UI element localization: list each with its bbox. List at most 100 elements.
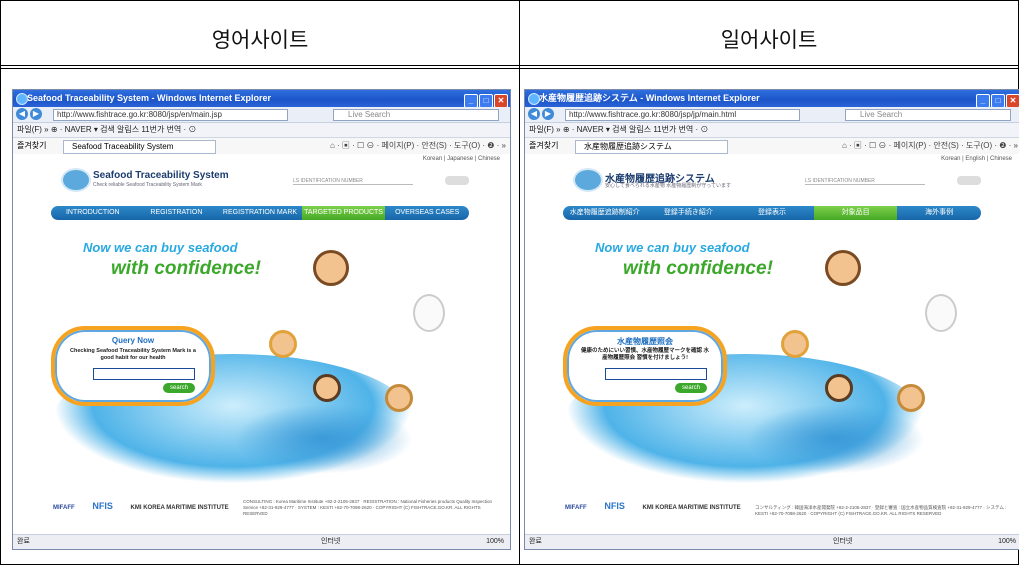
menu-item[interactable]: 水産物履歴追跡制紹介	[563, 206, 647, 220]
query-panel: Query Now Checking Seafood Traceability …	[51, 326, 215, 406]
site-logo-subtitle: 安心して食べられる水産物 水産物履歴制が守っています	[605, 183, 731, 189]
water-splash-illustration	[745, 404, 925, 474]
character-illustration	[781, 330, 809, 358]
query-panel: 水産物履歴照会 健康のためにいい習慣、水産物履歴マークを確認 水産物履歴照会 習…	[563, 326, 727, 406]
japanese-site-header: 일어사이트	[720, 28, 818, 52]
window-title: Seafood Traceability System - Windows In…	[27, 93, 271, 103]
command-bar[interactable]: ⌂ · ▣ · ☐ ⊖ · 페이지(P) · 안전(S) · 도구(O) · ❷…	[842, 138, 1018, 154]
footer-info: コンサルティング : 韓国海洋水産開発院 +82-2-2105-2837 · 登…	[755, 505, 1007, 516]
window-titlebar: Seafood Traceability System - Windows In…	[13, 90, 510, 108]
query-search-button[interactable]: search	[675, 383, 707, 393]
header-rule-double	[0, 68, 1019, 69]
tagline-line1: Now we can buy seafood	[83, 240, 238, 255]
zoom-level[interactable]: 100%	[486, 535, 504, 549]
forward-icon[interactable]: ▶	[542, 108, 554, 120]
fish-logo-icon	[573, 168, 603, 192]
id-search-button[interactable]	[957, 176, 981, 185]
english-site-header: 영어사이트	[211, 28, 309, 52]
character-illustration	[413, 294, 445, 332]
close-icon[interactable]: ✕	[494, 94, 508, 108]
query-search-button[interactable]: search	[163, 383, 195, 393]
menu-item[interactable]: 登録表示	[730, 206, 814, 220]
favorites-button[interactable]: 즐겨찾기	[529, 141, 558, 150]
status-bar: 완료 인터넷 100%	[13, 534, 510, 549]
browser-tab[interactable]: Seafood Traceability System	[63, 140, 216, 154]
zoom-level[interactable]: 100%	[998, 535, 1016, 549]
maximize-icon[interactable]: □	[991, 94, 1005, 108]
japanese-site-screenshot: 水産物履歴追跡システム - Windows Internet Explorer …	[524, 89, 1019, 550]
forward-icon[interactable]: ▶	[30, 108, 42, 120]
mifaff-logo[interactable]: MIFAFF	[53, 505, 75, 511]
character-illustration	[385, 384, 413, 412]
query-title: 水産物履歴照会	[617, 337, 673, 346]
query-description: 健康のためにいい習慣、水産物履歴マークを確認 水産物履歴照会 習慣を付けましょう…	[580, 348, 710, 361]
toolbar: 파일(F) » ⊕ · NAVER ▾ 검색 알림스 11번가 번역 · ⊙	[525, 123, 1019, 138]
window-title: 水産物履歴追跡システム - Windows Internet Explorer	[539, 93, 760, 103]
url-field[interactable]: http://www.fishtrace.go.kr:8080/jsp/en/m…	[53, 109, 288, 121]
menu-item-active[interactable]: TARGETED PRODUCTS	[301, 206, 386, 220]
address-bar: ◀ ▶ http://www.fishtrace.go.kr:8080/jsp/…	[13, 107, 510, 123]
minimize-icon[interactable]: _	[976, 94, 990, 108]
id-number-input[interactable]: LS IDENTIFICATION NUMBER	[293, 178, 413, 185]
id-search-button[interactable]	[445, 176, 469, 185]
toolbar-text[interactable]: 파일(F) » ⊕ · NAVER ▾ 검색 알림스 11번가 번역 · ⊙	[529, 125, 708, 134]
menu-item[interactable]: REGISTRATION	[135, 206, 219, 220]
command-bar[interactable]: ⌂ · ▣ · ☐ ⊖ · 페이지(P) · 안전(S) · 도구(O) · ❷…	[330, 138, 506, 154]
menu-item[interactable]: 登録手続き紹介	[647, 206, 731, 220]
zone-text: 인터넷	[833, 538, 853, 545]
kmi-logo[interactable]: KMI KOREA MARITIME INSTITUTE	[131, 505, 229, 511]
site-logo-subtitle: Check reliable Seafood Traceability Syst…	[93, 182, 202, 188]
fish-logo-icon	[61, 168, 91, 192]
query-title: Query Now	[111, 336, 155, 345]
menu-item[interactable]: INTRODUCTION	[51, 206, 135, 220]
window-titlebar: 水産物履歴追跡システム - Windows Internet Explorer …	[525, 90, 1019, 108]
character-illustration	[825, 250, 861, 286]
browser-tab[interactable]: 水産物履歴追跡システム	[575, 140, 728, 154]
menu-item[interactable]: OVERSEAS CASES	[385, 206, 469, 220]
tagline-line1: Now we can buy seafood	[595, 240, 750, 255]
character-illustration	[313, 250, 349, 286]
nfis-logo[interactable]: NFIS	[92, 501, 113, 511]
url-field[interactable]: http://www.fishtrace.go.kr:8080/jsp/jp/m…	[565, 109, 800, 121]
ie-logo-icon	[16, 93, 28, 105]
menu-item[interactable]: 海外事例	[897, 206, 981, 220]
english-site-screenshot: Seafood Traceability System - Windows In…	[12, 89, 511, 550]
live-search-input[interactable]: Live Search	[845, 109, 1011, 121]
tagline-line2: with confidence!	[111, 258, 261, 279]
site-logo-title[interactable]: Seafood Traceability System	[93, 170, 229, 181]
footer-logos: MIFAFF NFIS KMI KOREA MARITIME INSTITUTE	[565, 501, 757, 511]
query-input[interactable]	[93, 368, 195, 380]
ie-logo-icon	[528, 93, 540, 105]
maximize-icon[interactable]: □	[479, 94, 493, 108]
language-links[interactable]: Korean | Japanese | Chinese	[423, 156, 500, 162]
back-icon[interactable]: ◀	[528, 108, 540, 120]
main-menu: INTRODUCTION REGISTRATION REGISTRATION M…	[51, 206, 469, 220]
query-description: Checking Seafood Traceability System Mar…	[70, 348, 196, 361]
query-input[interactable]	[605, 368, 707, 380]
back-icon[interactable]: ◀	[16, 108, 28, 120]
mifaff-logo[interactable]: MIFAFF	[565, 505, 587, 511]
id-number-input[interactable]: LS IDENTIFICATION NUMBER	[805, 178, 925, 185]
favorites-button[interactable]: 즐겨찾기	[17, 141, 46, 150]
toolbar-text[interactable]: 파일(F) » ⊕ · NAVER ▾ 검색 알림스 11번가 번역 · ⊙	[17, 125, 196, 134]
character-illustration	[313, 374, 341, 402]
kmi-logo[interactable]: KMI KOREA MARITIME INSTITUTE	[643, 505, 741, 511]
tab-bar: 즐겨찾기 Seafood Traceability System ⌂ · ▣ ·…	[13, 138, 510, 155]
character-illustration	[825, 374, 853, 402]
status-bar: 완료 인터넷 100%	[525, 534, 1019, 549]
close-icon[interactable]: ✕	[1006, 94, 1019, 108]
main-menu: 水産物履歴追跡制紹介 登録手続き紹介 登録表示 対象品目 海外事例	[563, 206, 981, 220]
live-search-input[interactable]: Live Search	[333, 109, 499, 121]
menu-item-active[interactable]: 対象品目	[813, 206, 898, 220]
web-page: Korean | Japanese | Chinese Seafood Trac…	[13, 154, 510, 535]
character-illustration	[269, 330, 297, 358]
column-divider	[519, 0, 520, 565]
toolbar: 파일(F) » ⊕ · NAVER ▾ 검색 알림스 11번가 번역 · ⊙	[13, 123, 510, 138]
language-links[interactable]: Korean | English | Chinese	[941, 156, 1012, 162]
menu-item[interactable]: REGISTRATION MARK	[218, 206, 302, 220]
footer-logos: MIFAFF NFIS KMI KOREA MARITIME INSTITUTE	[53, 501, 245, 511]
nfis-logo[interactable]: NFIS	[604, 501, 625, 511]
zone-text: 인터넷	[321, 538, 341, 545]
character-illustration	[897, 384, 925, 412]
minimize-icon[interactable]: _	[464, 94, 478, 108]
